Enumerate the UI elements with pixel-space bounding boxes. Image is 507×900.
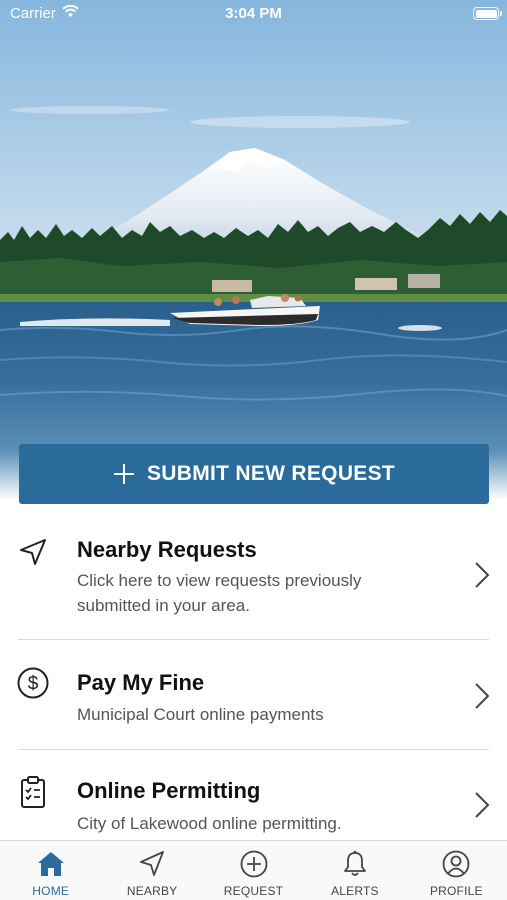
tab-profile[interactable]: PROFILE (406, 841, 507, 900)
menu-list: Nearby Requests Click here to view reque… (0, 520, 507, 833)
svg-text:$: $ (28, 674, 39, 695)
chevron-right-icon (473, 681, 491, 711)
plus-circle-icon (239, 849, 269, 879)
tab-label: REQUEST (223, 884, 284, 898)
tab-label: PROFILE (429, 884, 483, 898)
list-item-title: Online Permitting (77, 778, 261, 803)
list-item-title: Nearby Requests (77, 537, 257, 562)
status-bar: Carrier 3:04 PM (0, 0, 507, 28)
list-item-nearby-requests[interactable]: Nearby Requests Click here to view reque… (0, 520, 507, 640)
tab-request[interactable]: REQUEST (203, 841, 304, 900)
location-arrow-icon (137, 849, 167, 879)
list-item-title: Pay My Fine (77, 670, 205, 695)
bell-icon (340, 849, 370, 879)
chevron-right-icon (473, 560, 491, 590)
list-item-description: Municipal Court online payments (77, 705, 324, 724)
list-item-description: Click here to view requests previously s… (77, 571, 362, 615)
location-arrow-icon (16, 535, 50, 569)
tab-nearby[interactable]: NEARBY (101, 841, 202, 900)
tab-label: HOME (32, 884, 70, 898)
tab-bar: HOME NEARBY REQUEST ALERTS PROFILE (0, 840, 507, 900)
hero-image (0, 0, 507, 500)
user-circle-icon (441, 849, 471, 879)
tab-label: ALERTS (331, 884, 379, 898)
battery-icon (473, 7, 502, 20)
list-item-description: City of Lakewood online permitting. (77, 814, 342, 833)
list-item-pay-my-fine[interactable]: $ Pay My Fine Municipal Court online pay… (0, 640, 507, 749)
tab-home[interactable]: HOME (0, 841, 101, 900)
tab-label: NEARBY (126, 884, 178, 898)
chevron-right-icon (473, 790, 491, 820)
list-item-online-permitting[interactable]: Online Permitting City of Lakewood onlin… (0, 750, 507, 840)
home-icon (36, 849, 66, 879)
clipboard-checklist-icon (16, 775, 50, 809)
dollar-circle-icon: $ (16, 666, 50, 700)
tab-alerts[interactable]: ALERTS (304, 841, 405, 900)
submit-new-request-label: SUBMIT NEW REQUEST (146, 462, 396, 485)
status-time: 3:04 PM (225, 5, 282, 22)
plus-icon (113, 463, 135, 485)
submit-new-request-button[interactable]: SUBMIT NEW REQUEST (19, 444, 489, 504)
